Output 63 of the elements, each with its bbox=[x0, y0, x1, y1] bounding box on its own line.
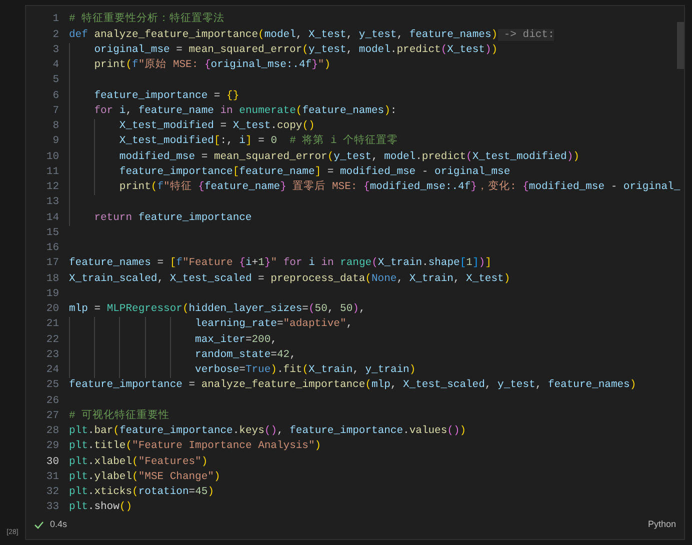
code-line: for i, feature_name in enumerate(feature_names): bbox=[93, 106, 397, 116]
line-number: 16 bbox=[45, 243, 59, 254]
code-line: original_mse = mean_squared_error(y_test, model.predict(X_test)) bbox=[93, 44, 498, 56]
line-number: 18 bbox=[45, 274, 59, 284]
run-duration: 0.4s bbox=[50, 518, 68, 532]
code-line: plt.bar(feature_importance.keys(), feature_importance.values()) bbox=[69, 426, 466, 437]
line-number: 26 bbox=[45, 396, 59, 406]
code-line: def analyze_feature_importance(model, X_test, y_test, feature_names) -> dict: bbox=[69, 30, 554, 40]
line-number: 25 bbox=[45, 380, 59, 391]
code-line: mlp = MLPRegressor(hidden_layer_sizes=(50, 50), bbox=[69, 304, 366, 315]
code-line: plt.title("Feature Importance Analysis") bbox=[69, 441, 322, 452]
line-number: 17 bbox=[45, 258, 59, 269]
code-line: learning_rate="adaptive", bbox=[194, 319, 353, 330]
code-line: X_train_scaled, X_test_scaled = preprocess_data(None, X_train, X_test) bbox=[69, 274, 510, 284]
line-number: 32 bbox=[45, 487, 59, 498]
code-line: X_test_modified[:, i] = 0 # 将第 i 个特征置零 bbox=[118, 136, 398, 147]
code-line: verbose=True).fit(X_train, y_train) bbox=[194, 365, 416, 376]
line-number: 1 bbox=[52, 14, 59, 25]
line-number: 24 bbox=[45, 365, 59, 376]
code-line: X_test_modified = X_test.copy() bbox=[118, 121, 315, 132]
code-line: max_iter=200, bbox=[194, 334, 277, 346]
line-number: 12 bbox=[45, 182, 59, 193]
code-line: # 特征重要性分析：特征置零法 bbox=[69, 14, 225, 25]
line-number: 27 bbox=[45, 410, 59, 422]
line-number: 28 bbox=[45, 426, 59, 437]
line-number: 14 bbox=[45, 212, 59, 224]
line-number: 23 bbox=[45, 350, 59, 360]
line-number: 31 bbox=[45, 472, 59, 482]
code-line: plt.xlabel("Features") bbox=[69, 456, 208, 468]
code-line: feature_names = [f"Feature {i+1}" for i in range(X_train.shape[1])] bbox=[69, 258, 492, 269]
line-number: 30 bbox=[45, 456, 59, 468]
line-number: 6 bbox=[52, 90, 59, 102]
language-label[interactable]: Python bbox=[648, 518, 676, 532]
line-number: 22 bbox=[45, 334, 59, 346]
code-line: plt.ylabel("MSE Change") bbox=[69, 472, 220, 482]
code-line: return feature_importance bbox=[93, 212, 252, 224]
line-number: 33 bbox=[45, 502, 59, 513]
line-number: 3 bbox=[52, 44, 59, 56]
code-line: print(f"原始 MSE: {original_mse:.4f}") bbox=[93, 60, 331, 71]
code-line: plt.xticks(rotation=45) bbox=[69, 487, 214, 498]
code-line: # 可视化特征重要性 bbox=[69, 410, 170, 422]
line-number: 29 bbox=[45, 441, 59, 452]
line-number: 21 bbox=[45, 319, 59, 330]
line-number: 15 bbox=[45, 228, 59, 238]
line-number: 19 bbox=[45, 288, 59, 300]
scrollbar-thumb[interactable] bbox=[677, 22, 684, 69]
code-line: feature_importance = analyze_feature_importance(mlp, X_test_scaled, y_test, feature_names) bbox=[69, 380, 636, 391]
code-line: modified_mse = mean_squared_error(y_test, model.predict(X_test_modified)) bbox=[118, 152, 580, 162]
line-number: 7 bbox=[52, 106, 59, 116]
line-number: 20 bbox=[45, 304, 59, 315]
code-line: plt.show() bbox=[69, 502, 132, 513]
code-line: random_state=42, bbox=[194, 350, 296, 360]
line-number: 9 bbox=[52, 136, 59, 147]
code-line: print(f"特征 {feature_name} 置零后 MSE: {modified_mse:.4f}，变化: {modified_mse - original_ bbox=[118, 182, 680, 193]
code-line: feature_importance[feature_name] = modified_mse - original_mse bbox=[118, 166, 510, 178]
line-number: 13 bbox=[45, 197, 59, 208]
line-number: 4 bbox=[52, 60, 59, 71]
line-number: 8 bbox=[52, 121, 59, 132]
line-number: 5 bbox=[52, 75, 59, 86]
code-line: feature_importance = {} bbox=[93, 90, 240, 102]
line-number: 2 bbox=[52, 30, 59, 40]
line-number: 10 bbox=[45, 152, 59, 162]
line-number: 11 bbox=[45, 166, 59, 178]
